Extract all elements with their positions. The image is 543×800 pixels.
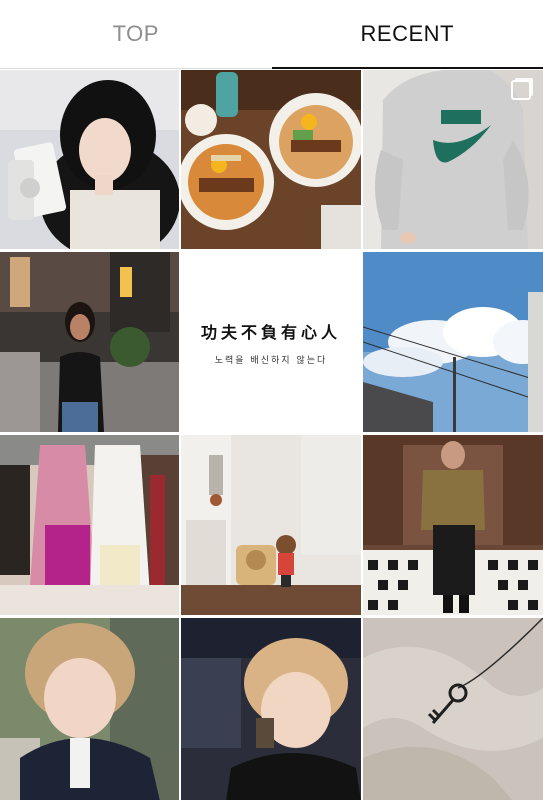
- quote-text: 功夫不負有心人: [200, 322, 341, 342]
- post-thumbnail-12[interactable]: [363, 618, 543, 800]
- post-thumbnail-2[interactable]: [181, 70, 361, 249]
- quote-subtext: 노력을 배신하지 않는다: [214, 355, 328, 366]
- post-thumbnail-9[interactable]: [363, 435, 543, 615]
- post-thumbnail-4[interactable]: [0, 252, 179, 432]
- post-thumbnail-11[interactable]: [181, 618, 361, 800]
- post-thumbnail-3[interactable]: [363, 70, 543, 249]
- post-thumbnail-5[interactable]: 功夫不負有心人 노력을 배신하지 않는다: [181, 252, 361, 432]
- tab-bar: TOP RECENT: [0, 0, 543, 69]
- post-thumbnail-1[interactable]: [0, 70, 179, 249]
- post-thumbnail-8[interactable]: [181, 435, 361, 615]
- multi-photo-icon: [511, 80, 531, 100]
- post-thumbnail-7[interactable]: [0, 435, 179, 615]
- post-thumbnail-6[interactable]: [363, 252, 543, 432]
- post-thumbnail-10[interactable]: [0, 618, 179, 800]
- post-grid: 功夫不負有心人 노력을 배신하지 않는다: [0, 70, 543, 800]
- quote-image: 功夫不負有心人 노력을 배신하지 않는다: [181, 252, 361, 432]
- tab-top[interactable]: TOP: [0, 0, 272, 68]
- tab-recent[interactable]: RECENT: [271, 0, 543, 69]
